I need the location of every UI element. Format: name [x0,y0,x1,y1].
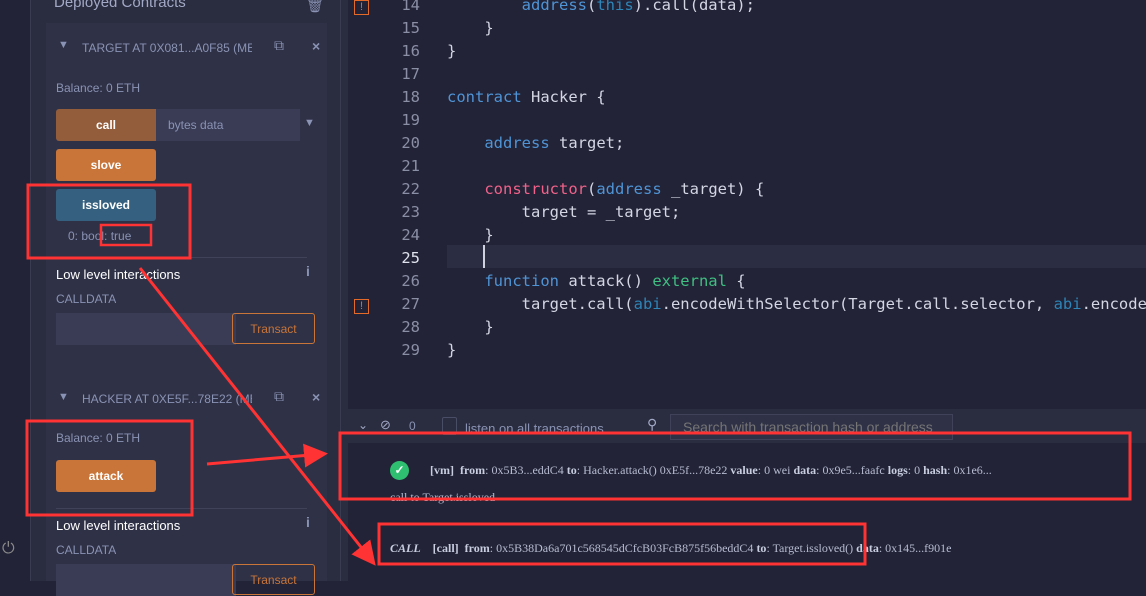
annotation-arrow-attack [206,443,328,468]
annotation-overlay [25,183,1132,566]
annotation-box-tx [338,431,1132,501]
annotation-arrow-true [138,267,376,566]
annotation-box-attack [25,419,194,517]
annotation-box-true [99,223,153,247]
annotation-box-issloved [26,183,192,260]
annotation-box-call [377,522,867,566]
